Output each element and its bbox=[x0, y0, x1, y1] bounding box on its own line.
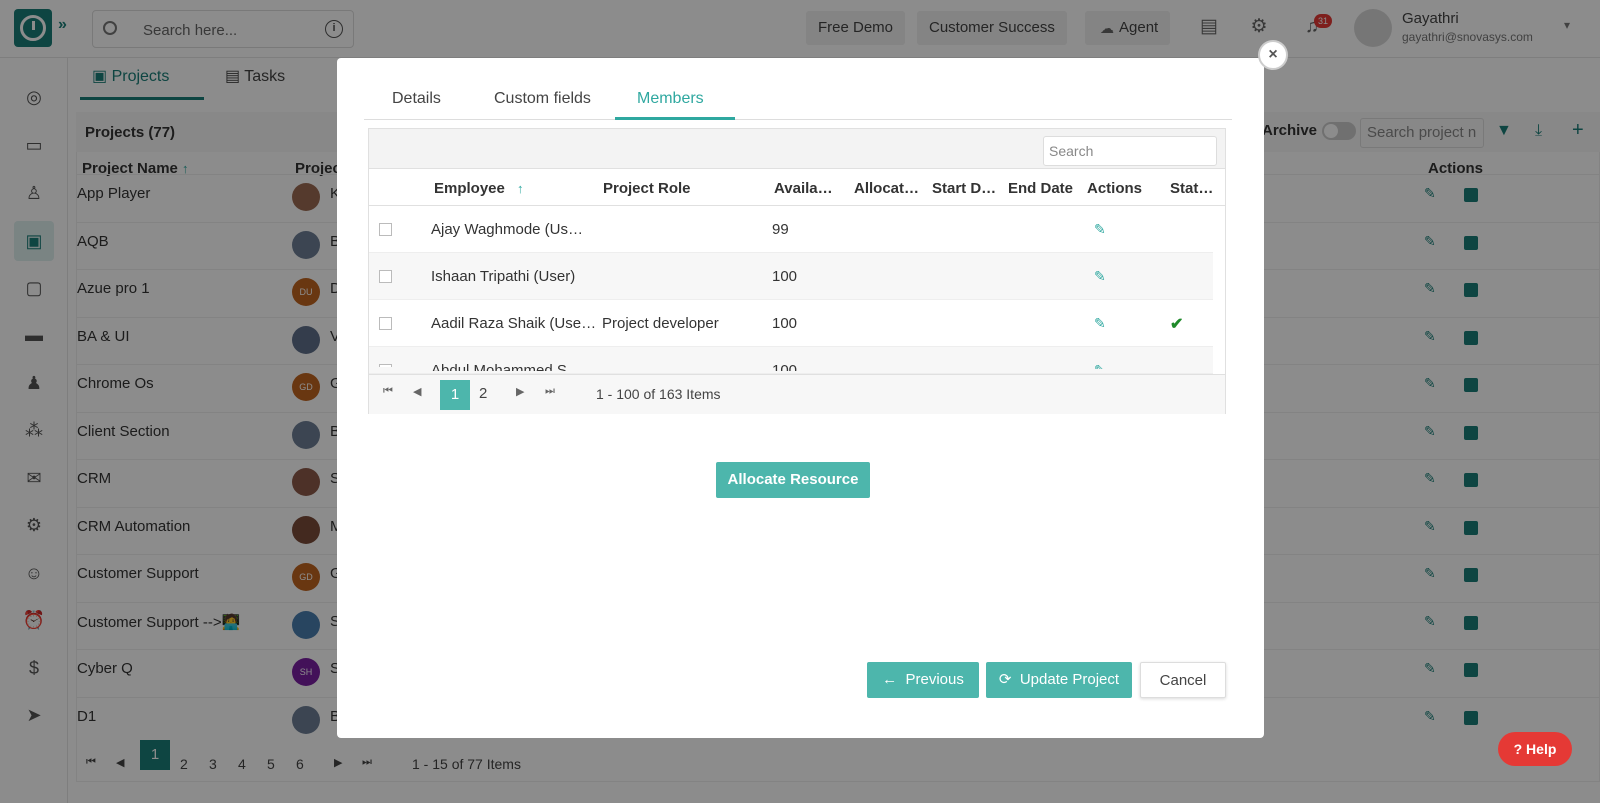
col-status[interactable]: Stat… bbox=[1170, 180, 1220, 197]
edit-icon[interactable]: ✎ bbox=[1094, 315, 1109, 331]
cancel-button[interactable]: Cancel bbox=[1140, 662, 1226, 698]
grid-page-2[interactable]: 2 bbox=[479, 385, 487, 402]
active-tab-underline bbox=[615, 117, 735, 120]
row-checkbox[interactable] bbox=[379, 317, 392, 330]
col-start-date[interactable]: Start D… bbox=[932, 180, 998, 197]
employee-name: Ishaan Tripathi (User) bbox=[431, 268, 576, 285]
availability-value: 100 bbox=[772, 315, 798, 332]
edit-icon[interactable]: ✎ bbox=[1094, 221, 1109, 237]
row-checkbox[interactable] bbox=[379, 223, 392, 236]
col-employee-label: Employee bbox=[434, 180, 505, 197]
allocate-resource-button[interactable]: Allocate Resource bbox=[716, 462, 870, 498]
row-checkbox[interactable] bbox=[379, 270, 392, 283]
help-button[interactable]: ? Help bbox=[1498, 732, 1572, 766]
availability-value: 99 bbox=[772, 221, 789, 238]
grid-pager bbox=[369, 374, 1225, 414]
tab-details[interactable]: Details bbox=[392, 90, 441, 108]
previous-label: Previous bbox=[905, 671, 964, 688]
tabs-divider bbox=[364, 119, 1232, 120]
grid-page-info: 1 - 100 of 163 Items bbox=[596, 386, 721, 402]
col-employee[interactable]: Employee ↑ bbox=[434, 180, 524, 197]
sort-asc-icon: ↑ bbox=[517, 181, 524, 196]
close-icon[interactable]: × bbox=[1258, 40, 1288, 70]
col-availability[interactable]: Availa… bbox=[774, 180, 840, 197]
edit-icon[interactable]: ✎ bbox=[1094, 268, 1109, 284]
employee-name: Aadil Raza Shaik (Use… bbox=[431, 315, 597, 332]
update-project-button[interactable]: ⟳ Update Project bbox=[986, 662, 1132, 698]
col-allocated[interactable]: Allocat… bbox=[854, 180, 920, 197]
prev-page-icon[interactable]: ◀ bbox=[413, 385, 421, 398]
grid-search-input[interactable]: Search bbox=[1043, 136, 1217, 166]
arrow-left-icon: ← bbox=[882, 671, 898, 688]
previous-button[interactable]: ← Previous bbox=[867, 662, 979, 698]
update-project-label: Update Project bbox=[1019, 671, 1120, 688]
last-page-icon[interactable]: ⏭ bbox=[545, 385, 555, 398]
tab-members[interactable]: Members bbox=[637, 90, 704, 108]
project-role: Project developer bbox=[602, 315, 719, 332]
tab-custom-fields[interactable]: Custom fields bbox=[494, 90, 591, 108]
col-actions: Actions bbox=[1087, 180, 1143, 197]
grid-page-1[interactable]: 1 bbox=[440, 380, 470, 410]
availability-value: 100 bbox=[772, 268, 798, 285]
col-end-date[interactable]: End Date bbox=[1008, 180, 1073, 197]
col-project-role[interactable]: Project Role bbox=[603, 180, 691, 197]
next-page-icon[interactable]: ▶ bbox=[516, 385, 524, 398]
check-icon: ✔ bbox=[1170, 316, 1184, 333]
refresh-icon: ⟳ bbox=[998, 671, 1012, 688]
first-page-icon[interactable]: ⏮ bbox=[383, 385, 393, 398]
help-label: Help bbox=[1526, 741, 1557, 757]
employee-name: Ajay Waghmode (Us… bbox=[431, 221, 583, 238]
